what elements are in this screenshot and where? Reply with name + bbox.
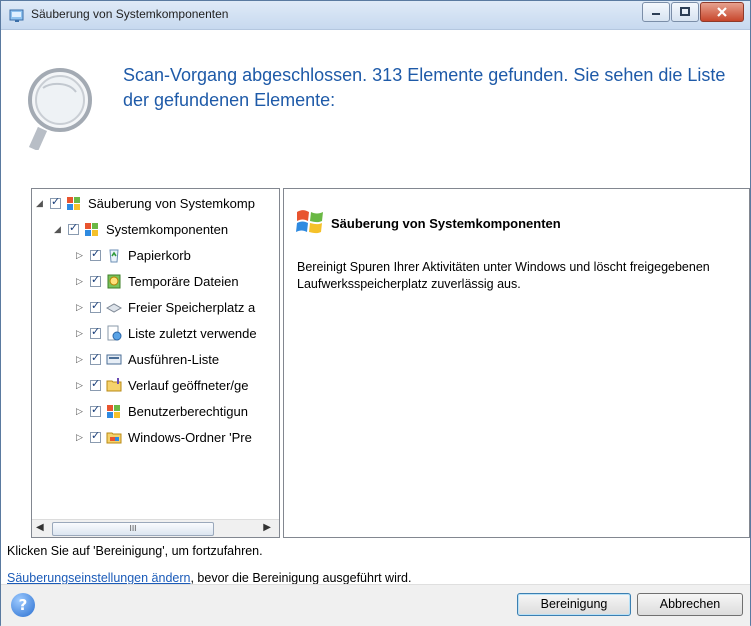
title-bar: Säuberung von Systemkomponenten [1, 1, 750, 30]
collapse-icon[interactable]: ◢ [36, 198, 46, 208]
run-list-icon [106, 354, 122, 365]
tree-item-checkbox[interactable] [90, 377, 101, 391]
tree-item[interactable]: ▷ Verlauf geöffneter/ge [76, 374, 248, 396]
detail-panel: Säuberung von Systemkomponenten Bereinig… [283, 188, 750, 538]
scan-result-message: Scan-Vorgang abgeschlossen. 313 Elemente… [123, 65, 726, 110]
minimize-icon [652, 13, 660, 15]
clean-button[interactable]: Bereinigung [517, 593, 631, 616]
maximize-button[interactable] [671, 2, 699, 22]
user-rights-icon [107, 405, 120, 418]
expand-icon[interactable]: ▷ [76, 354, 86, 364]
collapse-icon[interactable]: ◢ [54, 224, 64, 234]
detail-description: Bereinigt Spuren Ihrer Aktivitäten unter… [297, 260, 710, 291]
settings-line: Säuberungseinstellungen ändern, bevor di… [7, 571, 411, 585]
tree-item-label: Ausführen-Liste [128, 351, 220, 367]
folder-history-icon [106, 378, 122, 392]
maximize-icon [680, 7, 690, 16]
dialog-content: Scan-Vorgang abgeschlossen. 313 Elemente… [1, 30, 750, 626]
settings-line-suffix: , bevor die Bereinigung ausgeführt wird. [190, 571, 412, 585]
tree-item[interactable]: ▷ Freier Speicherplatz a [76, 296, 255, 318]
tree-item-checkbox[interactable] [90, 325, 101, 339]
tree-item-label: Freier Speicherplatz a [128, 299, 256, 315]
tree-item-checkbox[interactable] [90, 247, 101, 261]
expand-icon[interactable]: ▷ [76, 302, 86, 312]
disk-free-space-icon [106, 303, 122, 313]
expand-icon[interactable]: ▷ [76, 250, 86, 260]
temp-files-icon [107, 274, 121, 289]
tree-item-label: Liste zuletzt verwende [128, 325, 257, 341]
tree-item-checkbox[interactable] [90, 273, 101, 287]
help-icon[interactable]: ? [11, 593, 35, 617]
prefetch-folder-icon [106, 432, 122, 444]
tree-item-checkbox[interactable] [90, 299, 101, 313]
expand-icon[interactable]: ▷ [76, 328, 86, 338]
window-controls [641, 2, 744, 22]
window-title: Säuberung von Systemkomponenten [31, 7, 229, 21]
windows-logo-icon [296, 210, 323, 234]
tree-item-label: Benutzerberechtigun [128, 403, 248, 419]
tree-node-checkbox[interactable] [68, 221, 79, 235]
tree-item[interactable]: ▷ Papierkorb [76, 244, 191, 266]
cleanup-settings-link[interactable]: Säuberungseinstellungen ändern [7, 571, 190, 585]
windows-logo-icon [67, 197, 80, 210]
tree-item-label: Windows-Ordner 'Pre [128, 429, 252, 445]
magnifier-icon [28, 68, 92, 150]
cleanup-app-icon [9, 9, 24, 22]
cancel-button[interactable]: Abbrechen [637, 593, 743, 616]
scrollbar-thumb[interactable]: III [52, 522, 214, 536]
tree-item-checkbox[interactable] [90, 403, 101, 417]
expand-icon[interactable]: ▷ [76, 406, 86, 416]
expand-icon[interactable]: ▷ [76, 380, 86, 390]
tree-item[interactable]: ▷ Liste zuletzt verwende [76, 322, 257, 344]
scroll-right-icon[interactable]: ▶ [263, 522, 271, 533]
tree-horizontal-scrollbar[interactable]: ◀ III ▶ [32, 519, 279, 537]
tree-node-systemkomponenten[interactable]: ◢ Systemkomponenten [54, 218, 228, 240]
tree-item[interactable]: ▷ Ausführen-Liste [76, 348, 219, 370]
tree-item[interactable]: ▷ Benutzerberechtigun [76, 400, 248, 422]
close-button[interactable] [700, 2, 744, 22]
scroll-left-icon[interactable]: ◀ [36, 522, 44, 533]
minimize-button[interactable] [642, 2, 670, 22]
windows-logo-icon [85, 223, 98, 236]
expand-icon[interactable]: ▷ [76, 276, 86, 286]
recycle-bin-icon [109, 249, 119, 263]
tree-root[interactable]: ◢ Säuberung von Systemkomp [36, 192, 255, 214]
close-icon [717, 7, 727, 17]
recent-list-icon [107, 325, 122, 341]
tree-item-checkbox[interactable] [90, 351, 101, 365]
components-tree[interactable]: ◢ Säuberung von Systemkomp ◢ Systemkompo… [31, 188, 280, 538]
detail-title: Säuberung von Systemkomponenten [331, 216, 561, 231]
continue-hint: Klicken Sie auf 'Bereinigung', um fortzu… [7, 544, 263, 558]
tree-item-label: Verlauf geöffneter/ge [128, 377, 249, 393]
button-bar: ? Bereinigung Abbrechen [1, 584, 750, 626]
tree-root-checkbox[interactable] [50, 195, 61, 209]
tree-item[interactable]: ▷ Windows-Ordner 'Pre [76, 426, 252, 448]
tree-item-checkbox[interactable] [90, 429, 101, 443]
tree-item-label: Temporäre Dateien [128, 273, 239, 289]
tree-item-label: Papierkorb [128, 247, 191, 263]
tree-root-label: Säuberung von Systemkomp [88, 195, 255, 211]
expand-icon[interactable]: ▷ [76, 432, 86, 442]
tree-node-label: Systemkomponenten [106, 221, 229, 237]
cleanup-dialog: Säuberung von Systemkomponenten Scan-Vor… [0, 0, 751, 626]
tree-item[interactable]: ▷ Temporäre Dateien [76, 270, 239, 292]
